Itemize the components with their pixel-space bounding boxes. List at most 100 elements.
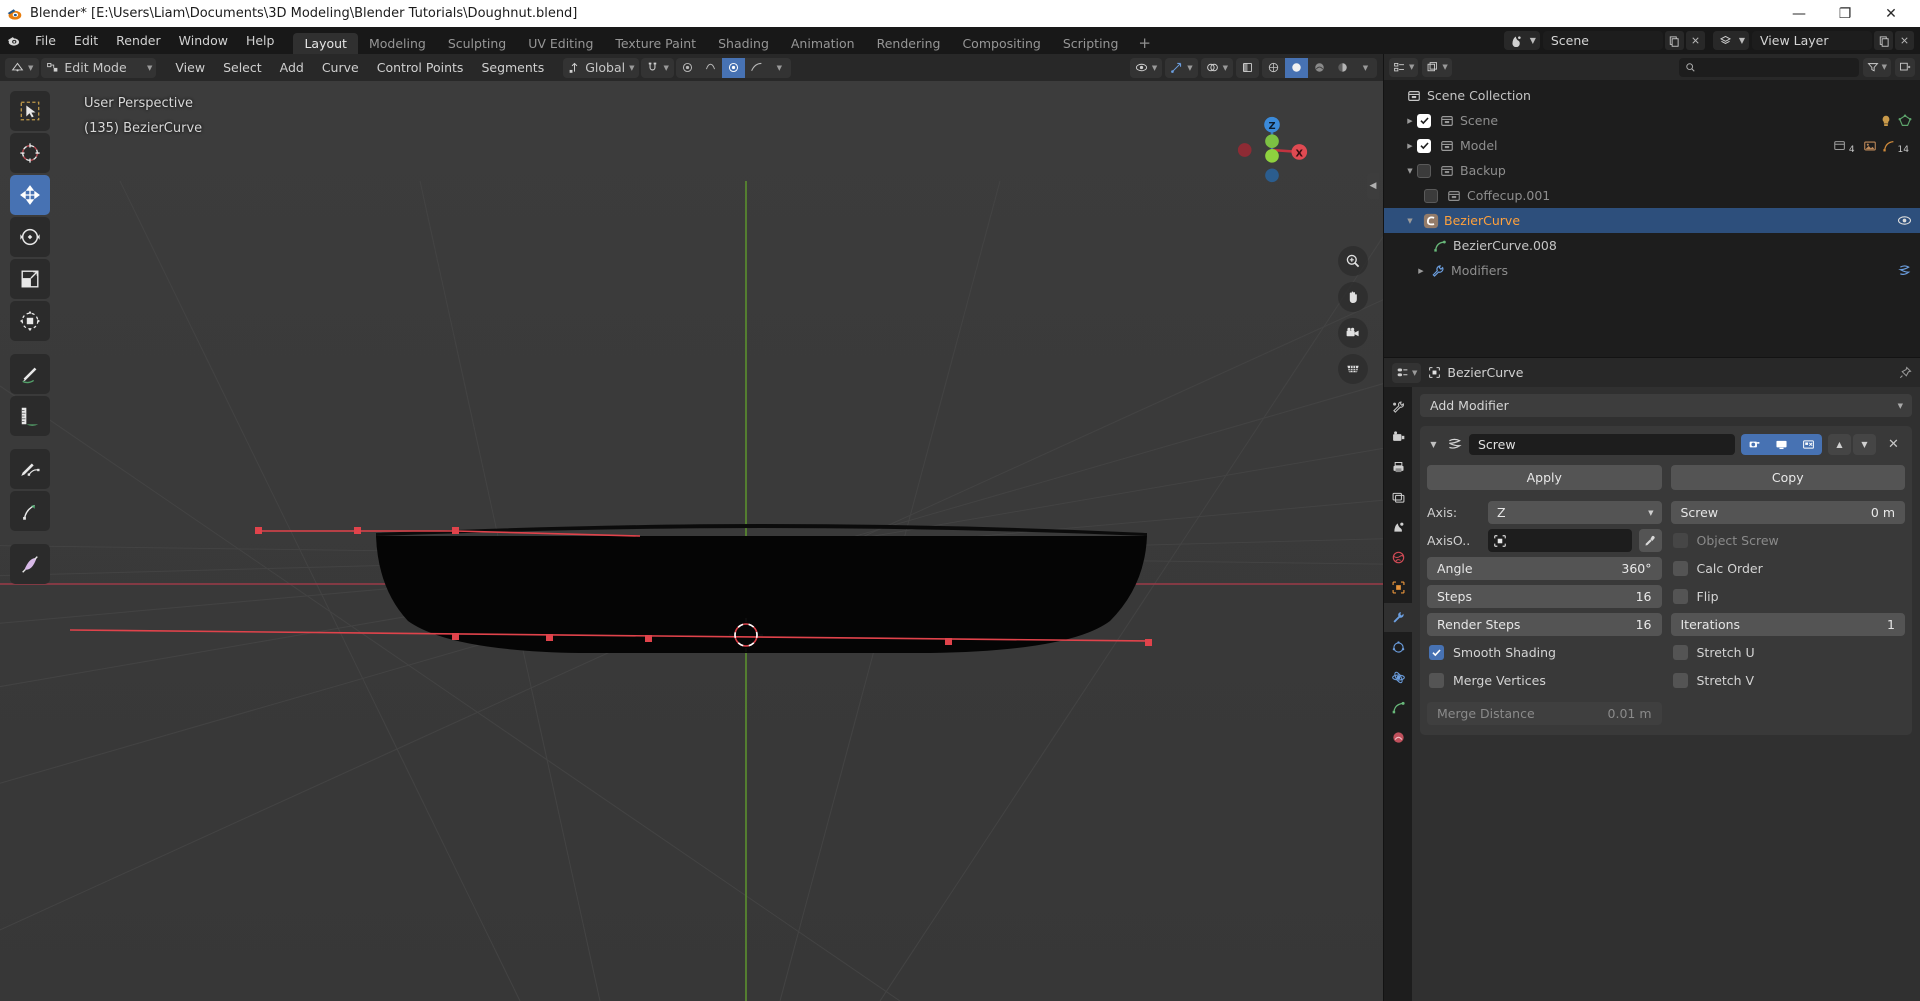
outliner-tree[interactable]: Scene Collection ▶ Scene ▶ Model 4 14 ▼ …: [1384, 80, 1920, 357]
tool-scale[interactable]: [10, 259, 50, 299]
properties-editor-type-selector[interactable]: ▼: [1392, 362, 1422, 383]
workspace-tab-modeling[interactable]: Modeling: [358, 33, 437, 54]
properties-tab-modifiers[interactable]: [1384, 603, 1412, 632]
properties-tab-tool[interactable]: [1384, 393, 1412, 422]
modifier-copy-button[interactable]: Copy: [1670, 465, 1905, 490]
eye-icon[interactable]: [1897, 213, 1912, 228]
properties-tab-world[interactable]: [1384, 543, 1412, 572]
modifier-edit-mode-toggle[interactable]: [1795, 433, 1822, 455]
workspace-tab-sculpting[interactable]: Sculpting: [437, 33, 517, 54]
scene-name-field[interactable]: Scene: [1542, 31, 1663, 50]
viewport-menu-select[interactable]: Select: [215, 58, 270, 78]
menu-help[interactable]: Help: [237, 27, 284, 54]
viewport-menu-view[interactable]: View: [167, 58, 213, 78]
view-layer-selector[interactable]: ▼: [1712, 31, 1749, 50]
interaction-mode-selector[interactable]: Edit Mode ▼: [41, 57, 157, 78]
tool-tweak-select-box[interactable]: [10, 91, 50, 131]
outliner-editor-type-selector[interactable]: ▼: [1389, 57, 1419, 77]
checkbox-scene[interactable]: [1417, 113, 1431, 128]
new-scene-button[interactable]: [1664, 31, 1684, 50]
viewport-canvas[interactable]: User Perspective (135) BezierCurve Z X ◀: [0, 81, 1383, 1001]
outliner-row-coffecup[interactable]: Coffecup.001: [1384, 183, 1920, 208]
disclosure-triangle-backup[interactable]: ▼: [1403, 167, 1417, 175]
editor-type-selector[interactable]: ▼: [5, 57, 40, 78]
checkbox-model[interactable]: [1417, 138, 1431, 153]
new-view-layer-button[interactable]: [1874, 31, 1893, 50]
stretch-v-checkbox[interactable]: [1672, 673, 1688, 688]
close-button[interactable]: ✕: [1868, 0, 1914, 27]
modifier-move-up-button[interactable]: ▲: [1828, 433, 1851, 455]
shading-rendered-button[interactable]: [1331, 58, 1354, 78]
properties-tab-object-data[interactable]: [1384, 693, 1412, 722]
stretch-u-checkbox[interactable]: [1672, 645, 1688, 660]
delete-view-layer-button[interactable]: [1895, 31, 1914, 50]
properties-tab-material[interactable]: [1384, 723, 1412, 752]
overlays-selector[interactable]: ▼: [1200, 57, 1233, 78]
viewport-menu-control-points[interactable]: Control Points: [369, 58, 472, 78]
outliner-row-beziercurve-data[interactable]: BezierCurve.008: [1384, 233, 1920, 258]
delete-scene-button[interactable]: [1685, 31, 1705, 50]
workspace-tab-shading[interactable]: Shading: [707, 33, 780, 54]
tool-rotate[interactable]: [10, 217, 50, 257]
xray-toggle[interactable]: [1236, 57, 1259, 78]
menu-window[interactable]: Window: [170, 27, 237, 54]
sidebar-collapse-arrow-icon[interactable]: ◀: [1367, 173, 1379, 199]
shading-chevron-down-icon[interactable]: ▼: [1354, 58, 1377, 78]
mesh-icon[interactable]: [1898, 114, 1912, 128]
outliner-search-field[interactable]: [1678, 57, 1859, 77]
properties-tab-particles[interactable]: [1384, 633, 1412, 662]
modifier-move-down-button[interactable]: ▼: [1853, 433, 1876, 455]
pin-icon[interactable]: [1899, 366, 1912, 379]
proportional-editing-toggle[interactable]: [676, 58, 699, 78]
workspace-tab-compositing[interactable]: Compositing: [951, 33, 1051, 54]
properties-tab-view-layer[interactable]: [1384, 483, 1412, 512]
menu-render[interactable]: Render: [107, 27, 170, 54]
modifier-expand-triangle-icon[interactable]: ▼: [1427, 440, 1440, 449]
modifier-delete-button[interactable]: ✕: [1882, 434, 1905, 455]
workspace-tab-animation[interactable]: Animation: [780, 33, 866, 54]
properties-tab-physics[interactable]: [1384, 663, 1412, 692]
disclosure-triangle-scene[interactable]: ▶: [1403, 117, 1417, 125]
blender-menu-icon[interactable]: [0, 33, 26, 48]
outliner-row-scene-collection[interactable]: Scene Collection: [1384, 83, 1920, 108]
shading-solid-button[interactable]: [1285, 57, 1308, 78]
tool-draw-curve[interactable]: [10, 449, 50, 489]
add-modifier-button[interactable]: Add Modifier ▼: [1420, 394, 1912, 417]
disclosure-triangle-model[interactable]: ▶: [1403, 142, 1417, 150]
zoom-icon[interactable]: [1338, 246, 1368, 276]
outliner-row-modifiers[interactable]: ▶ Modifiers: [1384, 258, 1920, 283]
properties-tab-output[interactable]: [1384, 453, 1412, 482]
outliner-row-scene[interactable]: ▶ Scene: [1384, 108, 1920, 133]
view-layer-name-field[interactable]: View Layer: [1752, 31, 1872, 50]
maximize-button[interactable]: ❐: [1822, 0, 1868, 27]
falloff-chevron-down-icon[interactable]: ▼: [768, 58, 791, 78]
tool-transform[interactable]: [10, 301, 50, 341]
modifier-render-toggle[interactable]: [1741, 433, 1768, 455]
gizmo-selector[interactable]: ▼: [1165, 57, 1198, 78]
light-icon[interactable]: [1879, 114, 1893, 128]
outliner-row-model[interactable]: ▶ Model 4 14: [1384, 133, 1920, 158]
toggle-orthographic-icon[interactable]: [1338, 354, 1368, 384]
tool-extrude-curve[interactable]: [10, 491, 50, 531]
add-workspace-button[interactable]: +: [1129, 33, 1160, 54]
proportional-falloff-selector[interactable]: [745, 58, 768, 78]
workspace-tab-layout[interactable]: Layout: [293, 33, 358, 54]
merge-vertices-checkbox[interactable]: [1429, 673, 1444, 688]
menu-edit[interactable]: Edit: [65, 27, 107, 54]
tool-move[interactable]: [10, 175, 50, 215]
camera-view-icon[interactable]: [1338, 318, 1368, 348]
outliner-row-backup[interactable]: ▼ Backup: [1384, 158, 1920, 183]
axis-dropdown[interactable]: Z ▼: [1488, 501, 1662, 524]
curve-icon[interactable]: [1882, 139, 1896, 153]
tool-cursor[interactable]: [10, 133, 50, 173]
render-steps-slider[interactable]: Render Steps 16: [1427, 613, 1662, 636]
modifier-apply-button[interactable]: Apply: [1427, 465, 1662, 490]
checkbox-backup[interactable]: [1417, 163, 1431, 178]
visibility-selector[interactable]: ▼: [1129, 57, 1163, 78]
viewport-menu-add[interactable]: Add: [272, 58, 312, 78]
workspace-tab-rendering[interactable]: Rendering: [866, 33, 952, 54]
modifier-name-field[interactable]: Screw: [1469, 433, 1735, 455]
proportional-projected-toggle[interactable]: [721, 57, 745, 78]
navigation-gizmo[interactable]: Z X: [1233, 111, 1311, 189]
shading-wireframe-button[interactable]: [1262, 58, 1285, 78]
